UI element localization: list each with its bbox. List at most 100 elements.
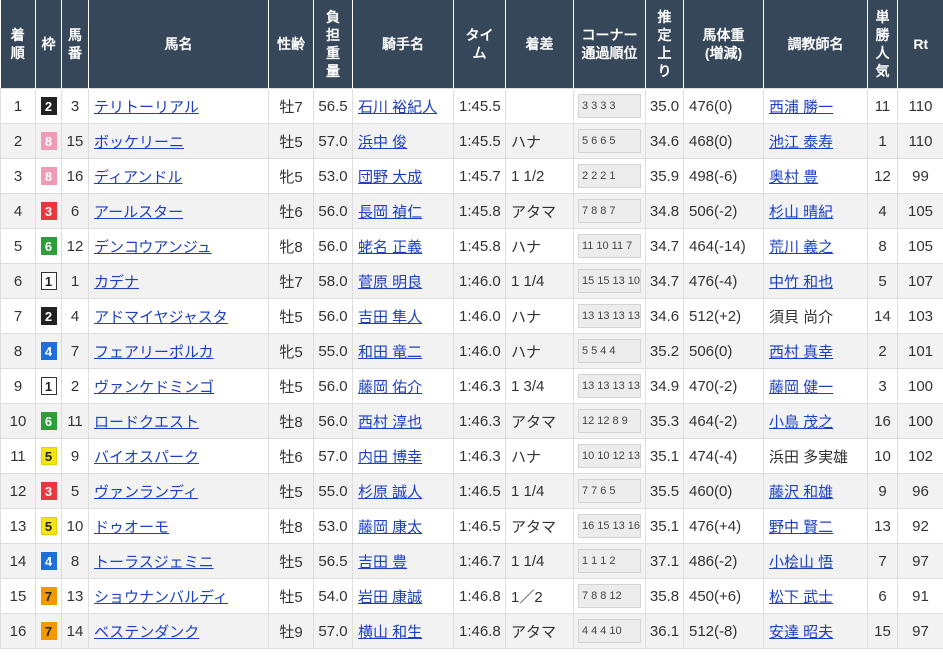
jockey-name-link[interactable]: 内田 博幸: [358, 449, 422, 466]
horse-name-link[interactable]: アドマイヤジャスタ: [94, 309, 228, 326]
corner-position: 6: [591, 135, 598, 147]
frame-number-badge: 2: [40, 307, 57, 325]
jockey-name-link[interactable]: 和田 竜二: [358, 344, 422, 361]
time-cell: 1:45.5: [453, 88, 506, 124]
jockey-name-link[interactable]: 石川 裕紀人: [358, 99, 437, 116]
margin-cell: 1／2: [505, 578, 574, 614]
corner-position: 13: [612, 380, 625, 392]
trainer-name-link[interactable]: 池江 泰寿: [769, 134, 833, 151]
jockey-name-link[interactable]: 横山 和生: [358, 624, 422, 641]
carried-weight-cell: 54.0: [313, 578, 353, 614]
sex-age-cell: 牝5: [268, 158, 314, 194]
trainer-name-link[interactable]: 西村 真幸: [769, 344, 833, 361]
horse-number-cell: 1: [61, 263, 89, 299]
header-horse-number: 馬 番: [61, 0, 89, 89]
last-3f-cell: 35.9: [645, 158, 684, 194]
corner-position: 15: [582, 275, 595, 287]
trainer-name-link[interactable]: 松下 武士: [769, 589, 833, 606]
finish-position-cell: 12: [0, 473, 36, 509]
horse-name-link[interactable]: バイオスパーク: [94, 449, 199, 466]
jockey-name-link[interactable]: 藤岡 佑介: [358, 379, 422, 396]
corner-position: 3: [600, 100, 607, 112]
corner-position: 3: [582, 100, 589, 112]
margin-cell: ハナ: [505, 333, 574, 369]
trainer-name-link[interactable]: 荒川 義之: [769, 239, 833, 256]
frame-cell: 1: [35, 263, 62, 299]
horse-name-link[interactable]: デンコウアンジュ: [94, 239, 212, 256]
jockey-name-link[interactable]: 西村 淳也: [358, 414, 422, 431]
table-row: 14 4 8 トーラスジェミニ 牡5 56.5 吉田 豊 1:46.7 1 1/4 1 1 1 2 37.…: [0, 543, 943, 579]
jockey-name-link[interactable]: 浜中 俊: [358, 134, 407, 151]
horse-name-link[interactable]: アールスター: [94, 204, 183, 221]
horse-name-link[interactable]: ヴァンケドミンゴ: [94, 379, 214, 396]
trainer-name-link[interactable]: 小桧山 悟: [769, 554, 833, 571]
trainer-name-link[interactable]: 安達 昭夫: [769, 624, 833, 641]
corner-position: 13: [612, 310, 625, 322]
trainer-name-link[interactable]: 中竹 和也: [769, 274, 833, 291]
corner-positions: 13 13 13 13: [578, 304, 641, 328]
corner-position: 10: [596, 240, 609, 252]
trainer-name-link[interactable]: 奥村 豊: [769, 169, 818, 186]
jockey-name-link[interactable]: 吉田 豊: [358, 554, 407, 571]
margin-cell: 1 1/4: [505, 263, 574, 299]
carried-weight-cell: 56.0: [313, 193, 353, 229]
jockey-name-link[interactable]: 吉田 隼人: [358, 309, 422, 326]
horse-name-link[interactable]: トーラスジェミニ: [94, 554, 214, 571]
trainer-name-link[interactable]: 西浦 勝一: [769, 99, 833, 116]
table-row: 16 7 14 ベステンダンク 牡9 57.0 横山 和生 1:46.8 アタマ 4 4 4 10 36.…: [0, 613, 943, 649]
corner-positions: 3333: [578, 94, 641, 118]
frame-number-badge: 2: [40, 97, 57, 115]
trainer-name-link[interactable]: 藤沢 和雄: [769, 484, 833, 501]
margin-cell: ハナ: [505, 228, 574, 264]
header-time: タイ ム: [453, 0, 506, 89]
horse-number-cell: 14: [61, 613, 89, 649]
horse-number-cell: 4: [61, 298, 89, 334]
trainer-name-link[interactable]: 藤岡 健一: [769, 379, 833, 396]
horse-name-link[interactable]: ボッケリーニ: [94, 134, 184, 151]
jockey-name-link[interactable]: 岩田 康誠: [358, 589, 422, 606]
popularity-cell: 16: [867, 403, 898, 439]
corner-position: 1: [591, 555, 598, 567]
horse-name-link[interactable]: ロードクエスト: [94, 414, 199, 431]
jockey-name-link[interactable]: 団野 大成: [358, 169, 422, 186]
rating-cell: 105: [897, 193, 943, 229]
jockey-name-link[interactable]: 長岡 禎仁: [358, 204, 422, 221]
trainer-name-cell: 浜田 多実雄: [763, 438, 868, 474]
last-3f-cell: 35.8: [645, 578, 684, 614]
horse-name-link[interactable]: ショウナンバルディ: [94, 589, 228, 606]
horse-name-link[interactable]: フェアリーポルカ: [94, 344, 214, 361]
horse-name-cell: カデナ: [88, 263, 269, 299]
corner-position: 13: [597, 380, 610, 392]
finish-position-cell: 13: [0, 508, 36, 544]
finish-position-cell: 10: [0, 403, 36, 439]
carried-weight-cell: 56.5: [313, 88, 353, 124]
trainer-name-link[interactable]: 小島 茂之: [769, 414, 833, 431]
table-body: 1 2 3 テリトーリアル 牡7 56.5 石川 裕紀人 1:45.5 3 3 3 3 35.0 476(…: [0, 88, 943, 649]
horse-name-link[interactable]: ディアンドル: [94, 169, 182, 186]
corner-positions-cell: 7887: [573, 193, 646, 229]
jockey-name-link[interactable]: 菅原 明良: [358, 274, 422, 291]
horse-name-link[interactable]: ヴァンランディ: [94, 484, 198, 501]
trainer-name-link[interactable]: 野中 賢二: [769, 519, 833, 536]
horse-name-link[interactable]: テリトーリアル: [94, 99, 199, 116]
trainer-name-link[interactable]: 杉山 晴紀: [769, 204, 833, 221]
popularity-cell: 13: [867, 508, 898, 544]
jockey-name-link[interactable]: 杉原 誠人: [358, 484, 422, 501]
jockey-name-link[interactable]: 蛯名 正義: [358, 239, 422, 256]
jockey-name-link[interactable]: 藤岡 康太: [358, 519, 422, 536]
jockey-name-cell: 長岡 禎仁: [352, 193, 454, 229]
horse-name-link[interactable]: カデナ: [94, 274, 139, 291]
horse-name-link[interactable]: ドゥオーモ: [94, 519, 169, 536]
rating-cell: 97: [897, 613, 943, 649]
time-cell: 1:46.5: [453, 473, 506, 509]
time-cell: 1:46.3: [453, 368, 506, 404]
carried-weight-cell: 57.0: [313, 123, 353, 159]
horse-number-cell: 11: [61, 403, 89, 439]
frame-cell: 7: [35, 578, 62, 614]
table-row: 13 5 10 ドゥオーモ 牡8 53.0 藤岡 康太 1:46.5 アタマ 16 15 13 16 35…: [0, 508, 943, 544]
trainer-name-cell: 荒川 義之: [763, 228, 868, 264]
sex-age-cell: 牡5: [268, 473, 314, 509]
horse-name-link[interactable]: ベステンダンク: [94, 624, 199, 641]
corner-position: 12: [609, 590, 622, 602]
last-3f-cell: 35.5: [645, 473, 684, 509]
